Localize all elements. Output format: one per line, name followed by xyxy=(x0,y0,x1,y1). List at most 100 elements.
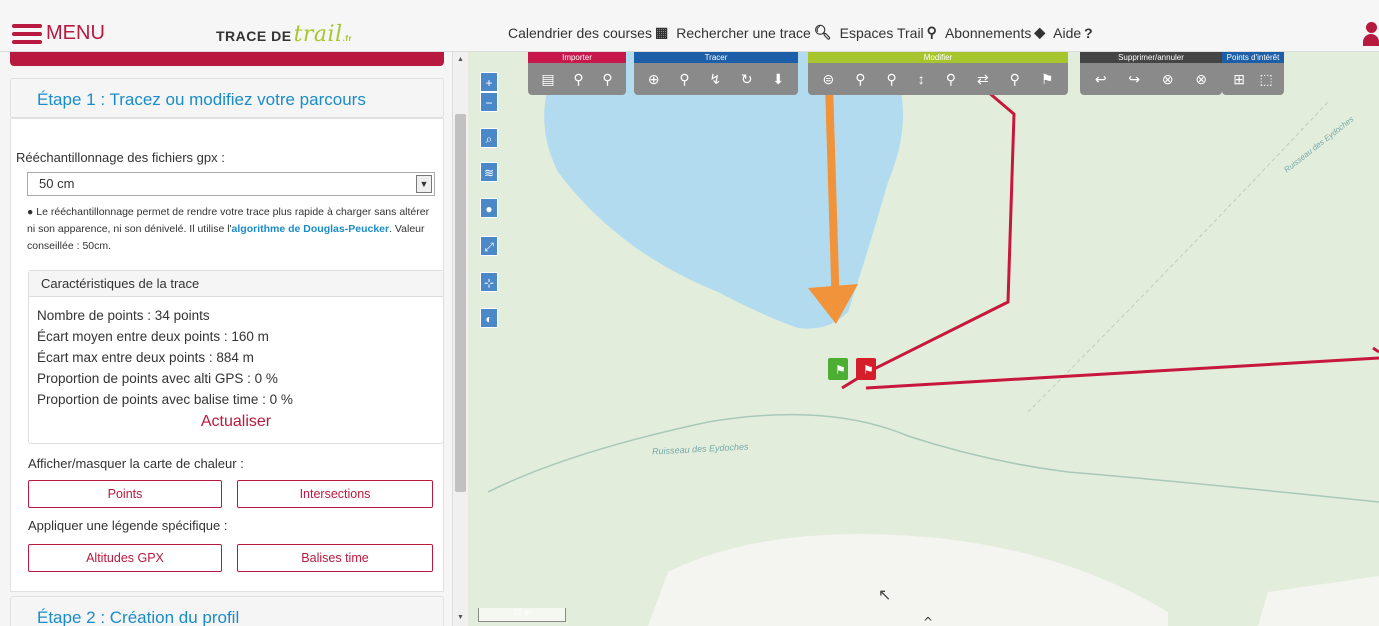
map-canvas: ⚑ ⚑ ↖ ^ xyxy=(487,52,1379,626)
nav-calendar-label: Calendrier des courses xyxy=(508,24,652,41)
menu-label: MENU xyxy=(46,22,105,44)
legend-label: Appliquer une légende spécifique : xyxy=(28,518,228,533)
svg-text:⚑: ⚑ xyxy=(835,363,846,377)
toolbar-import: Importer ▤ ⚲ ⚲ xyxy=(528,52,626,96)
logo-prefix: TRACE DE xyxy=(216,28,292,44)
nav-search-label: Rechercher une trace xyxy=(676,24,811,41)
zoom-in-button[interactable]: + xyxy=(480,72,498,92)
resample-label: Rééchantillonnage des fichiers gpx : xyxy=(16,150,225,165)
select-poi-icon[interactable]: ⬚ xyxy=(1260,71,1273,88)
heatmap-label: Afficher/masquer la carte de chaleur : xyxy=(28,456,244,471)
clearing-shape xyxy=(648,534,1168,626)
toolbar-poi: Points d'intérêt ⊞ ⬚ xyxy=(1222,52,1284,96)
marker-import-icon[interactable]: ⚲ xyxy=(573,71,583,88)
layers-icon[interactable]: ≋ xyxy=(480,162,498,182)
stat-gps-alt: Proportion de points avec alti GPS : 0 % xyxy=(37,371,278,386)
characteristics-title: Caractéristiques de la trace xyxy=(29,271,443,297)
hamburger-icon xyxy=(12,23,42,44)
relief-icon[interactable]: ● xyxy=(480,198,498,218)
nav-calendar[interactable]: Calendrier des courses ▦ xyxy=(508,24,668,41)
marker-icon[interactable]: ⚲ xyxy=(679,71,689,88)
nav-help[interactable]: Aide? xyxy=(1053,24,1093,41)
route-tip xyxy=(1372,346,1379,354)
toolbar-modify-label: Modifier xyxy=(808,52,1068,63)
stat-points: Nombre de points : 34 points xyxy=(37,308,210,323)
reset-view-icon[interactable]: ◐ xyxy=(480,308,498,328)
svg-text:⚑: ⚑ xyxy=(863,363,874,377)
nav-subscriptions[interactable]: Abonnements ◆ xyxy=(945,24,1045,41)
center-icon[interactable]: ⊹ xyxy=(480,272,498,292)
site-logo[interactable]: TRACE DEtrail.fr xyxy=(216,22,352,47)
logo-script: trail xyxy=(293,22,343,47)
step2-header[interactable]: Étape 2 : Création du profil xyxy=(10,596,444,626)
balises-button[interactable]: Balises time xyxy=(237,544,433,572)
svg-text:^: ^ xyxy=(923,615,933,626)
route-icon[interactable]: ↯ xyxy=(709,71,721,88)
stream-line xyxy=(487,413,1379,503)
top-bar: MENU TRACE DEtrail.fr Calendrier des cou… xyxy=(0,0,1379,52)
nav-trail-label: Espaces Trail xyxy=(839,24,924,41)
stat-avg-gap: Écart moyen entre deux points : 160 m xyxy=(37,329,269,344)
scroll-down-icon[interactable]: ▼ xyxy=(457,614,464,621)
resample-select[interactable]: 50 cm ▼ xyxy=(27,172,435,196)
info-icon: ● xyxy=(27,206,34,218)
editor-panel: Étape 1 : Tracez ou modifiez votre parco… xyxy=(0,52,452,626)
add-poi-icon[interactable]: ⊞ xyxy=(1233,71,1245,88)
stat-time-tag: Proportion de points avec balise time : … xyxy=(37,392,293,407)
nav-help-label: Aide xyxy=(1053,24,1082,41)
dashed-path xyxy=(1027,101,1329,413)
trace-characteristics: Caractéristiques de la trace Nombre de p… xyxy=(28,270,444,444)
nav-trail-spaces[interactable]: Espaces Trail ⚲ xyxy=(840,24,937,41)
search-map-icon[interactable]: ⌕ xyxy=(480,128,498,148)
map-view[interactable]: ⚑ ⚑ ↖ ^ Ruisseau des Eydoches Ruisseau d… xyxy=(468,52,1379,626)
menu-button[interactable]: MENU xyxy=(12,22,105,45)
redo-icon[interactable]: ↪ xyxy=(1128,71,1140,88)
edit-6-icon[interactable]: ⚲ xyxy=(1010,71,1020,88)
gpx-import-icon[interactable]: ▤ xyxy=(541,71,554,88)
top-red-button[interactable] xyxy=(10,52,444,66)
scroll-up-icon[interactable]: ▲ xyxy=(457,56,464,63)
clearing-shape-right xyxy=(1258,576,1379,626)
nav-subscriptions-label: Abonnements xyxy=(944,24,1032,41)
edit-5-icon[interactable]: ⇄ xyxy=(977,71,989,88)
map-marker-icon: ⚲ xyxy=(926,24,937,40)
delete-point-icon[interactable]: ⊗ xyxy=(1162,71,1174,88)
zoom-out-button[interactable]: − xyxy=(480,92,498,112)
scroll-thumb[interactable] xyxy=(455,114,466,492)
loop-icon[interactable]: ↻ xyxy=(741,71,753,88)
edit-1-icon[interactable]: ⚲ xyxy=(855,71,865,88)
tags-icon: ◆ xyxy=(1034,24,1046,40)
map-scale: 20 m xyxy=(478,608,566,622)
resample-value: 50 cm xyxy=(39,176,75,191)
cursor-icon: ↖ xyxy=(878,585,891,604)
edit-3-icon[interactable]: ↕ xyxy=(918,71,925,87)
fullscreen-icon[interactable]: ⤢ xyxy=(480,236,498,256)
intersections-button[interactable]: Intersections xyxy=(237,480,433,508)
toolbar-import-label: Importer xyxy=(528,52,626,63)
flag-end-icon[interactable]: ⚑ xyxy=(1041,71,1054,88)
download-icon[interactable]: ⬇ xyxy=(772,71,784,88)
edit-2-icon[interactable]: ⚲ xyxy=(886,71,896,88)
douglas-peucker-link[interactable]: algorithme de Douglas-Peucker xyxy=(232,223,390,235)
smooth-icon[interactable]: ⊜ xyxy=(822,71,834,88)
logo-suffix: .fr xyxy=(342,34,353,43)
marker-import-2-icon[interactable]: ⚲ xyxy=(602,71,612,88)
undo-icon[interactable]: ↩ xyxy=(1095,71,1107,88)
delete-point-2-icon[interactable]: ⊗ xyxy=(1195,71,1207,88)
points-button[interactable]: Points xyxy=(28,480,222,508)
edit-4-icon[interactable]: ⚲ xyxy=(946,71,956,88)
nav-search-trace[interactable]: Rechercher une trace 🔍︎ xyxy=(676,24,831,41)
route-line-2 xyxy=(865,356,1379,390)
search-icon: 🔍︎ xyxy=(813,24,832,40)
altitudes-button[interactable]: Altitudes GPX xyxy=(28,544,222,572)
toolbar-draw-label: Tracer xyxy=(634,52,798,63)
panel-scrollbar[interactable]: ▲ ▼ xyxy=(452,52,468,626)
add-point-icon[interactable]: ⊕ xyxy=(648,71,660,88)
step1-header[interactable]: Étape 1 : Tracez ou modifiez votre parco… xyxy=(10,78,444,118)
refresh-button[interactable]: Actualiser xyxy=(29,413,443,431)
question-icon: ? xyxy=(1084,24,1093,41)
resample-hint: ● Le rééchantillonnage permet de rendre … xyxy=(27,204,437,255)
calendar-icon: ▦ xyxy=(654,24,669,40)
user-icon[interactable] xyxy=(1363,22,1379,48)
toolbar-undo: Supprimer/annuler ↩ ↪ ⊗ ⊗ xyxy=(1080,52,1222,96)
